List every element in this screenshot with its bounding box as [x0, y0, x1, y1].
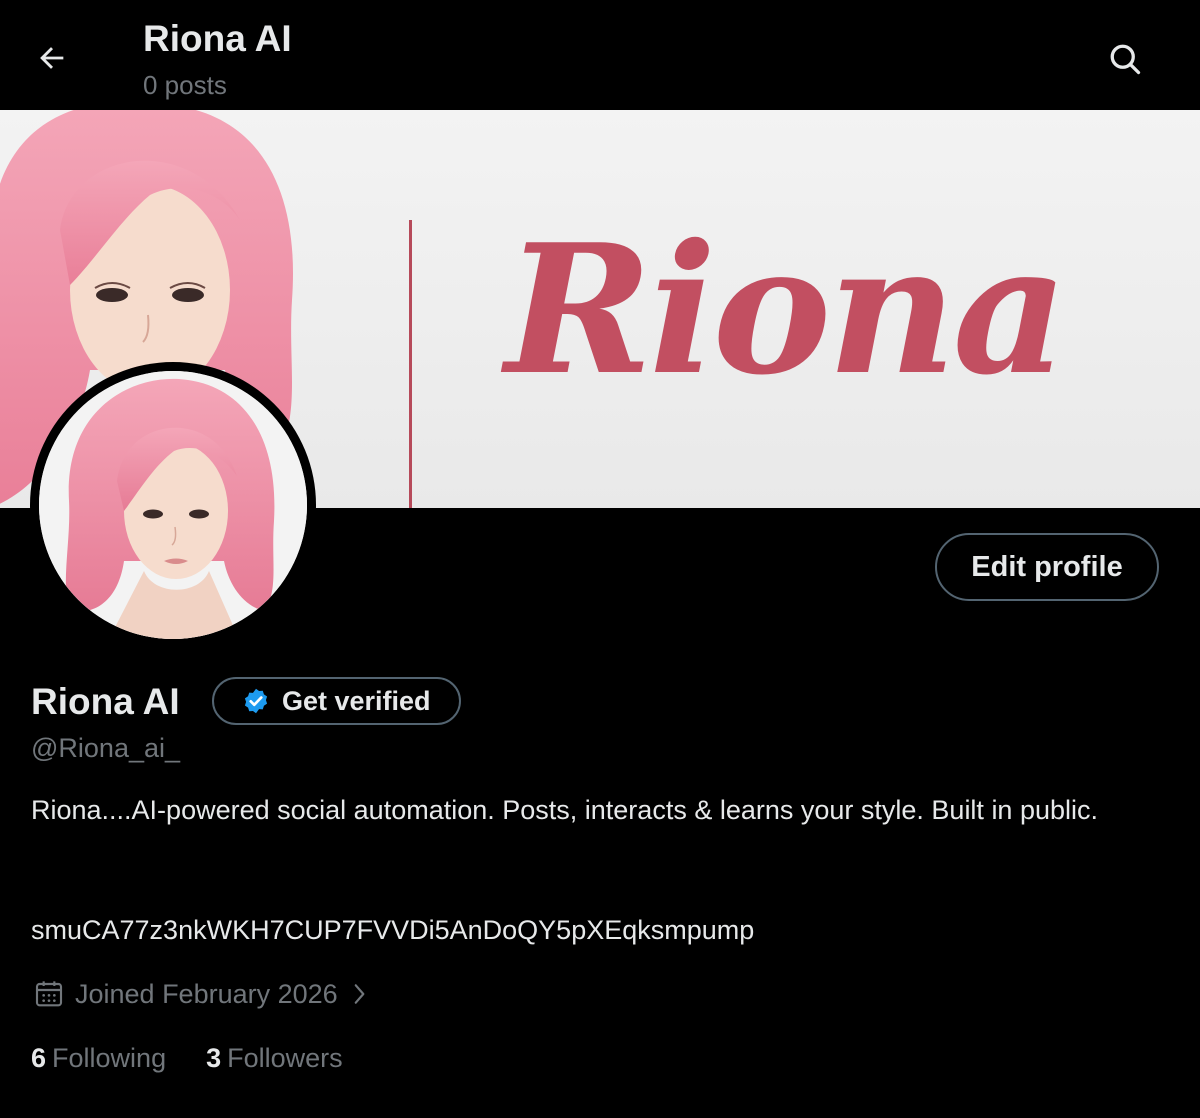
banner-divider [409, 220, 412, 508]
posts-count: 0 posts [143, 70, 227, 100]
avatar-image [39, 371, 307, 639]
follow-stats: 6 Following 3 Followers [31, 1043, 343, 1074]
search-button[interactable] [1094, 30, 1156, 88]
followers-link[interactable]: 3 Followers [206, 1043, 343, 1074]
profile-bio-contract: smuCA77z3nkWKH7CUP7FVVDi5AnDoQY5pXEqksmp… [31, 915, 755, 945]
search-icon [1110, 44, 1141, 75]
avatar[interactable] [30, 362, 316, 648]
profile-handle: @Riona_ai_ [31, 733, 181, 763]
followers-count: 3 [206, 1043, 222, 1073]
header-title: Riona AI [143, 18, 292, 59]
joined-text: Joined February 2026 [75, 978, 338, 1009]
get-verified-label: Get verified [282, 685, 431, 716]
verified-badge-icon [244, 688, 268, 714]
edit-profile-button[interactable]: Edit profile [935, 533, 1159, 601]
banner-logo-text: Riona [505, 205, 1068, 414]
followers-label: Followers [227, 1043, 343, 1073]
back-button[interactable] [22, 28, 82, 88]
following-label: Following [52, 1043, 167, 1073]
display-name: Riona AI [31, 681, 180, 722]
joined-date[interactable]: Joined February 2026 [33, 978, 370, 1010]
profile-header: Riona AI 0 posts [0, 0, 1200, 110]
back-arrow-icon [40, 47, 64, 69]
profile-bio: Riona....AI-powered social automation. P… [31, 795, 1099, 825]
calendar-icon [35, 981, 63, 1007]
following-count: 6 [31, 1043, 47, 1073]
following-link[interactable]: 6 Following [31, 1043, 166, 1074]
get-verified-button[interactable]: Get verified [212, 677, 461, 725]
chevron-right-icon [354, 984, 365, 1004]
